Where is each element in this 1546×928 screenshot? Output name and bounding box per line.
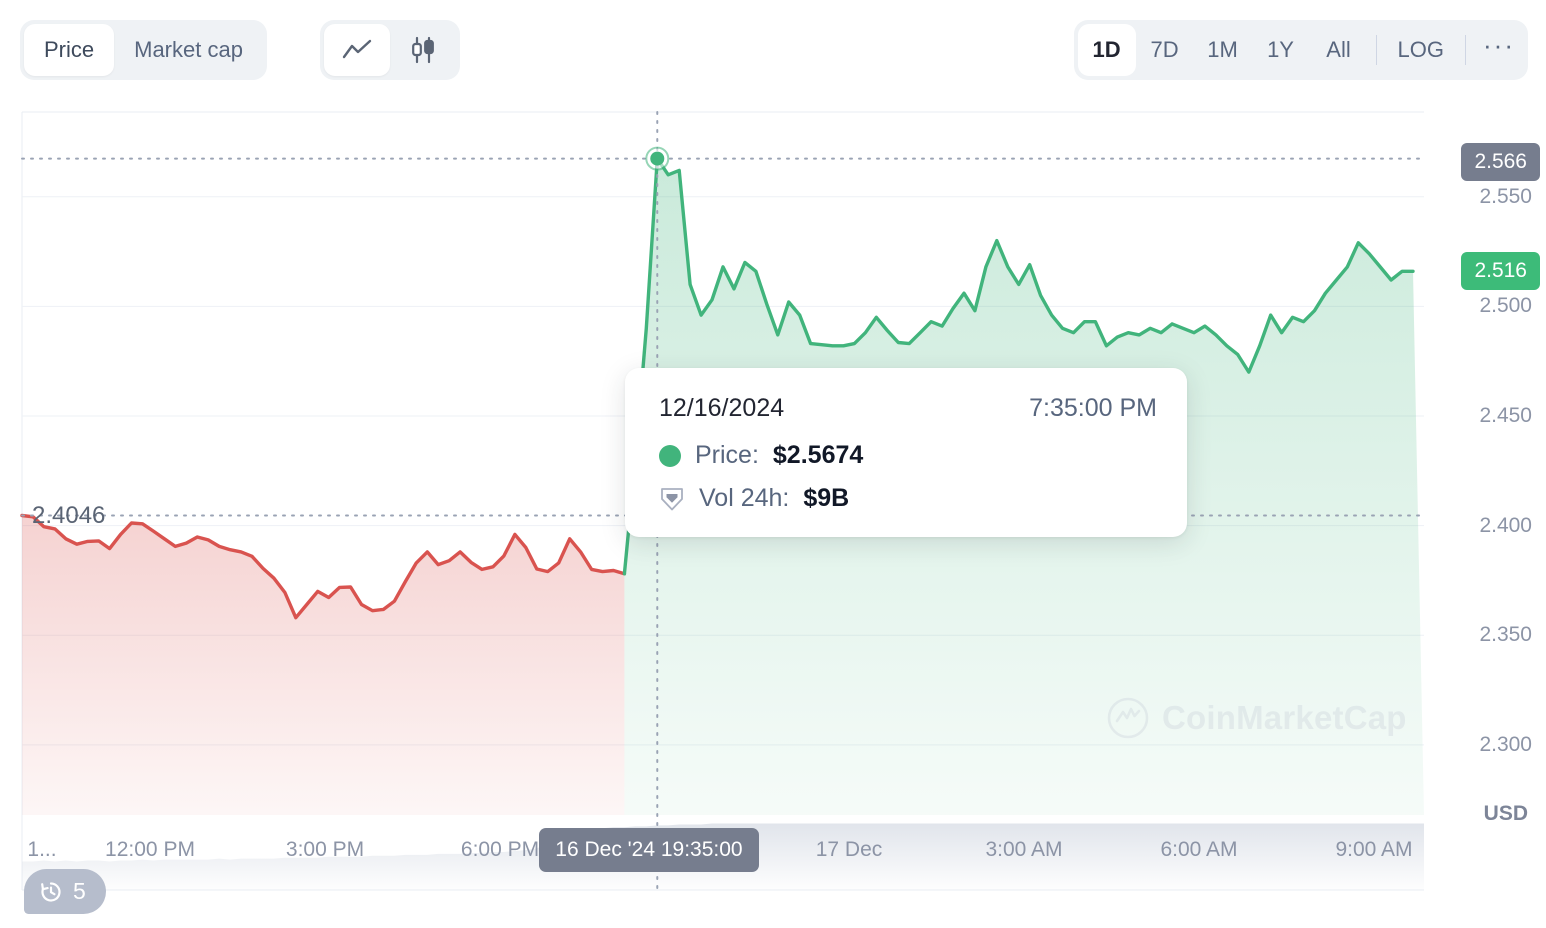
x-axis-tick: 3:00 PM: [286, 838, 364, 862]
x-axis-tick: 9:00 AM: [1335, 838, 1412, 862]
metric-toggle-group: Price Market cap: [20, 20, 267, 80]
tooltip-price-value: $2.5674: [773, 441, 863, 470]
chart-tooltip: 12/16/2024 7:35:00 PM Price: $2.5674 Vol…: [625, 368, 1187, 537]
chart-toolbar: Price Market cap: [0, 0, 1546, 100]
x-axis-tick: 12:00 PM: [105, 838, 195, 862]
tooltip-volume-value: $9B: [803, 484, 849, 513]
y-axis-tick: 2.300: [1479, 733, 1532, 757]
tooltip-price-row: Price: $2.5674: [659, 441, 1157, 470]
tooltip-header: 12/16/2024 7:35:00 PM: [659, 394, 1157, 423]
tab-market-cap[interactable]: Market cap: [114, 24, 263, 76]
last-price-badge: 2.516: [1461, 252, 1540, 290]
toolbar-divider-2: [1465, 35, 1466, 65]
history-count: 5: [73, 878, 86, 905]
volume-shield-icon: [659, 486, 685, 512]
y-axis-tick: 2.500: [1479, 294, 1532, 318]
range-all[interactable]: All: [1310, 24, 1368, 76]
chart-type-candlestick[interactable]: [390, 24, 456, 76]
x-axis-tick: 3:00 AM: [985, 838, 1062, 862]
x-axis-tick: 6:00 PM: [461, 838, 539, 862]
time-range-group: 1D 7D 1M 1Y All LOG ···: [1074, 20, 1528, 80]
log-scale-button[interactable]: LOG: [1385, 24, 1457, 76]
chart-canvas[interactable]: 2.550 2.500 2.450 2.400 2.350 2.300 2.566 2.516…: [0, 100, 1546, 928]
candlestick-chart-icon: [408, 36, 438, 64]
range-1m[interactable]: 1M: [1194, 24, 1252, 76]
range-7d[interactable]: 7D: [1136, 24, 1194, 76]
tooltip-volume-row: Vol 24h: $9B: [659, 484, 1157, 513]
tooltip-date: 12/16/2024: [659, 394, 784, 423]
high-price-badge: 2.566: [1461, 143, 1540, 181]
y-axis-tick: 2.550: [1479, 185, 1532, 209]
crosshair-time-badge: 16 Dec '24 19:35:00: [539, 828, 758, 872]
tab-price[interactable]: Price: [24, 24, 114, 76]
x-axis-tick: 1...: [27, 838, 56, 862]
history-badge[interactable]: 5: [24, 869, 106, 914]
history-clock-icon: [38, 879, 64, 905]
x-axis-tick: 17 Dec: [816, 838, 883, 862]
y-axis-tick: 2.450: [1479, 404, 1532, 428]
y-axis-tick: 2.350: [1479, 623, 1532, 647]
price-chart-page: Price Market cap: [0, 0, 1546, 928]
currency-label: USD: [1484, 802, 1528, 826]
tooltip-price-label: Price:: [695, 441, 759, 470]
chart-type-line[interactable]: [324, 24, 390, 76]
line-chart-icon: [342, 38, 372, 62]
tooltip-time: 7:35:00 PM: [1029, 394, 1157, 423]
chart-type-toggle-group: [320, 20, 460, 80]
tooltip-volume-label: Vol 24h:: [699, 484, 789, 513]
range-1d[interactable]: 1D: [1078, 24, 1136, 76]
range-1y[interactable]: 1Y: [1252, 24, 1310, 76]
toolbar-divider-1: [1376, 35, 1377, 65]
more-options-button[interactable]: ···: [1474, 24, 1524, 76]
x-axis-tick: 6:00 AM: [1160, 838, 1237, 862]
start-price-label: 2.4046: [32, 502, 105, 530]
y-axis-tick: 2.400: [1479, 514, 1532, 538]
price-legend-dot-icon: [659, 445, 681, 467]
